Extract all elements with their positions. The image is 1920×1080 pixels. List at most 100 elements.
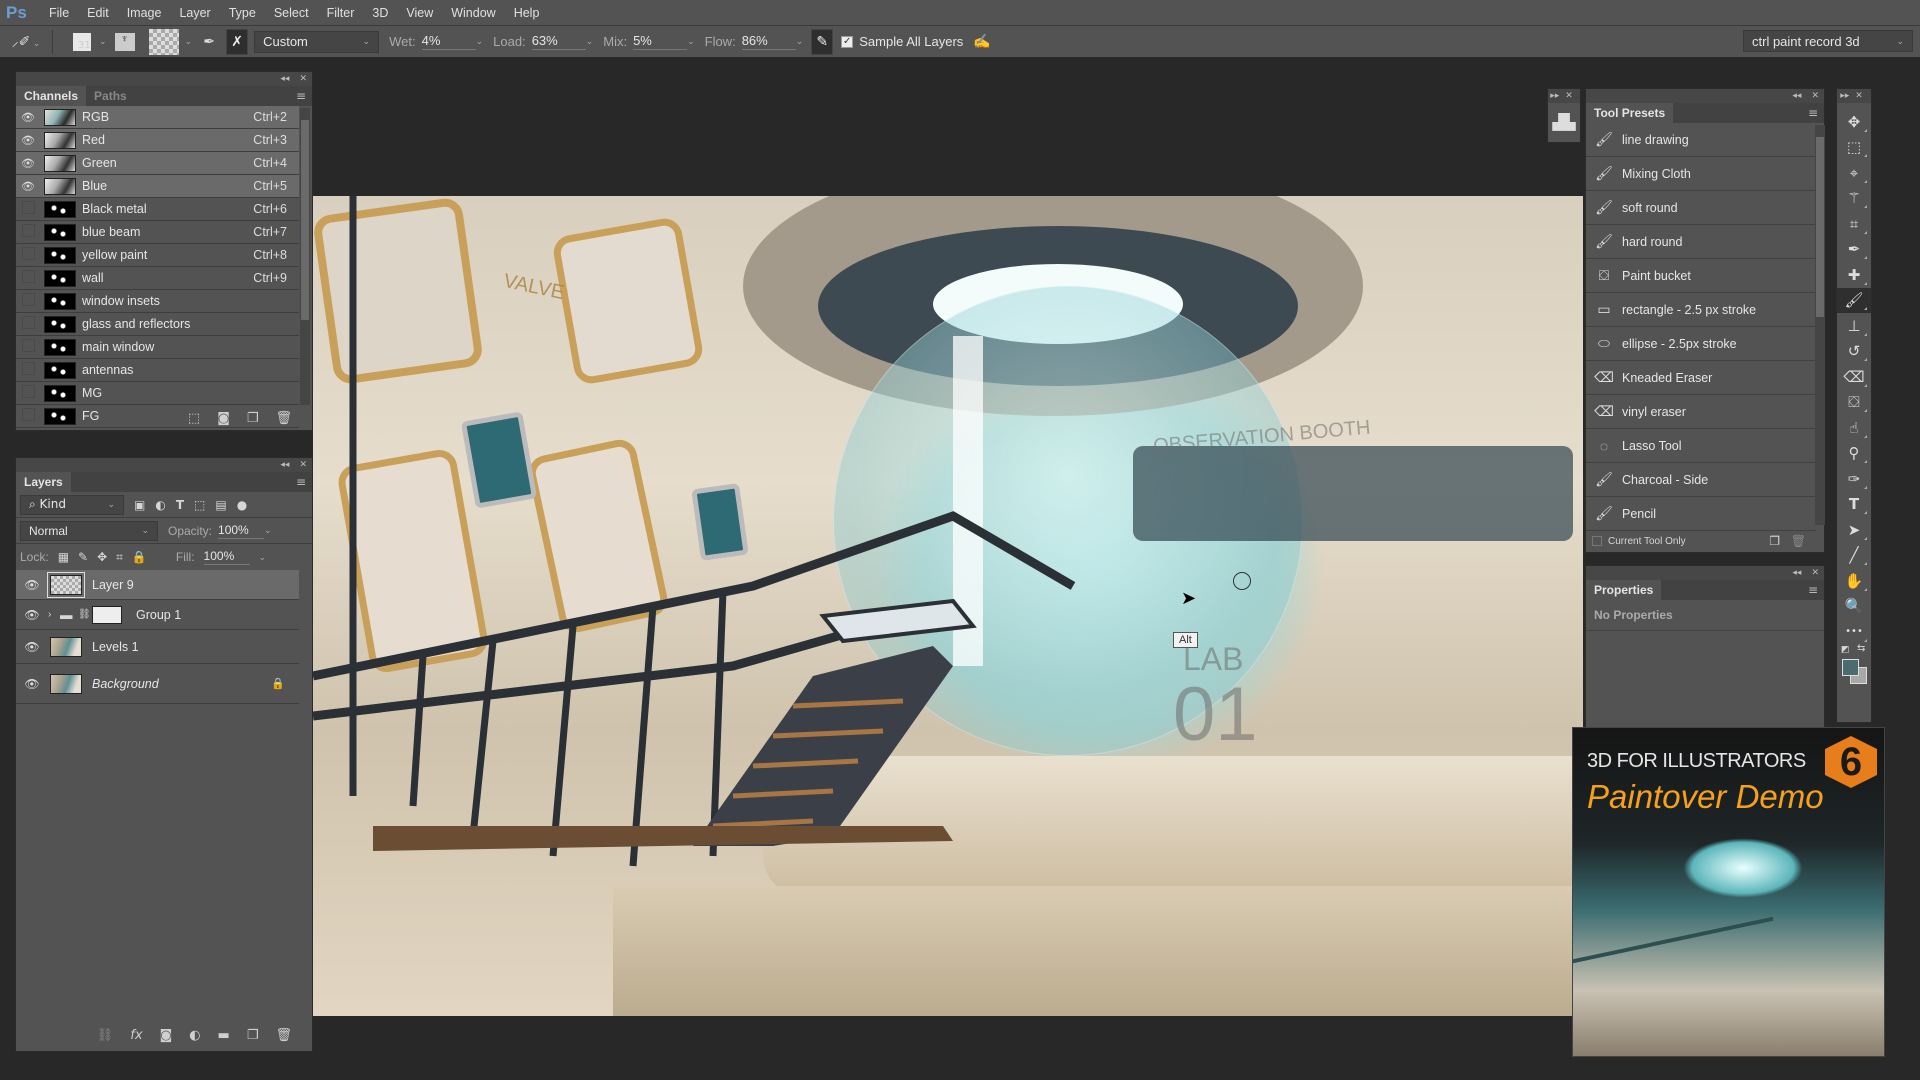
expand-chevron-icon[interactable]: › bbox=[48, 609, 60, 620]
swap-colors-icon[interactable]: ⇆ bbox=[1857, 643, 1865, 654]
healing-brush-tool-icon[interactable]: ✚ bbox=[1837, 262, 1871, 288]
tool-preset-item[interactable]: 🖌 Mixing Cloth bbox=[1586, 157, 1816, 191]
lock-artboard-icon[interactable]: ⌗ bbox=[116, 550, 123, 565]
channel-row[interactable]: 👁 Red Ctrl+3 bbox=[16, 129, 299, 152]
collapse-icon[interactable]: ◂◂ bbox=[1792, 91, 1801, 101]
foreground-color-swatch[interactable] bbox=[1842, 658, 1859, 676]
tool-preset-item[interactable]: ⌫ vinyl eraser bbox=[1586, 395, 1816, 429]
opacity-input[interactable]: 100% bbox=[218, 523, 265, 539]
collapse-icon[interactable]: ◂◂ bbox=[1792, 568, 1801, 578]
channel-row[interactable]: Black metal Ctrl+6 bbox=[16, 198, 299, 221]
scroll-thumb[interactable] bbox=[301, 120, 309, 320]
visibility-toggle[interactable] bbox=[16, 316, 40, 332]
current-brush-load-swatch[interactable] bbox=[148, 28, 179, 55]
document-canvas[interactable]: VALVE OBSERVATION BOOTH LAB 01 ➤ Alt bbox=[313, 196, 1583, 1016]
menu-view[interactable]: View bbox=[397, 6, 442, 20]
brush-panel-toggle-icon[interactable]: ♆ bbox=[114, 32, 135, 51]
flow-input[interactable]: 86% bbox=[741, 33, 796, 50]
menu-edit[interactable]: Edit bbox=[78, 6, 118, 20]
filter-toggle[interactable]: ● bbox=[237, 498, 247, 512]
delete-layer-icon[interactable]: 🗑 bbox=[275, 1028, 292, 1043]
tool-preset-item[interactable]: 🖌 Charcoal - Side bbox=[1586, 463, 1816, 497]
pen-tool-icon[interactable]: ✑ bbox=[1837, 466, 1871, 492]
channel-row[interactable]: 👁 RGB Ctrl+2 bbox=[16, 106, 299, 129]
panel-menu-icon[interactable]: ≡ bbox=[1808, 106, 1818, 120]
tool-preset-item[interactable]: ⌫ Kneaded Eraser bbox=[1586, 361, 1816, 395]
tool-preset-item[interactable]: ◌ Lasso Tool bbox=[1586, 429, 1816, 463]
add-mask-icon[interactable]: ◙ bbox=[160, 1028, 173, 1043]
blend-mode-select[interactable]: Normal ⌄ bbox=[20, 520, 158, 541]
channel-row[interactable]: main window bbox=[16, 336, 299, 359]
tool-preset-item[interactable]: ⛋ Paint bucket bbox=[1586, 259, 1816, 293]
expand-icon[interactable]: ▸▸ bbox=[1550, 91, 1559, 101]
mixer-brush-tool-icon[interactable]: 🖌 bbox=[1837, 287, 1871, 313]
tab-layers[interactable]: Layers bbox=[16, 472, 71, 492]
scroll-thumb[interactable] bbox=[1816, 137, 1824, 317]
new-layer-icon[interactable]: ❐ bbox=[247, 1028, 259, 1043]
eye-icon[interactable]: 👁 bbox=[16, 157, 40, 170]
clone-stamp-tool-icon[interactable]: ⊥ bbox=[1837, 313, 1871, 339]
visibility-toggle[interactable] bbox=[16, 293, 40, 309]
menu-type[interactable]: Type bbox=[220, 6, 265, 20]
panel-menu-icon[interactable]: ≡ bbox=[296, 475, 306, 489]
menu-window[interactable]: Window bbox=[442, 6, 504, 20]
layer-name[interactable]: Group 1 bbox=[136, 608, 181, 622]
layer-style-icon[interactable]: fx bbox=[130, 1028, 142, 1043]
lock-position-icon[interactable]: ✥ bbox=[97, 550, 107, 564]
layer-name[interactable]: Layer 9 bbox=[92, 578, 134, 592]
new-channel-icon[interactable]: ❐ bbox=[247, 411, 259, 426]
layer-mask-thumbnail[interactable] bbox=[92, 605, 122, 624]
sample-all-layers-checkbox[interactable]: ✓ bbox=[841, 35, 854, 48]
panel-menu-icon[interactable]: ≡ bbox=[296, 89, 306, 103]
close-icon[interactable]: ✕ bbox=[299, 460, 307, 470]
lock-image-icon[interactable]: ✎ bbox=[78, 550, 88, 564]
collapse-icon[interactable]: ◂◂ bbox=[280, 74, 289, 84]
wet-input[interactable]: 4% bbox=[421, 33, 476, 50]
visibility-toggle[interactable] bbox=[16, 339, 40, 355]
layer-filter-select[interactable]: ⌕ Kind ⌄ bbox=[20, 494, 124, 515]
load-selection-icon[interactable]: ⬚ bbox=[188, 411, 200, 426]
channel-row[interactable]: antennas bbox=[16, 359, 299, 382]
close-icon[interactable]: ✕ bbox=[299, 74, 307, 84]
layer-row[interactable]: 👁 Background 🔒 bbox=[16, 664, 299, 704]
chevron-down-icon[interactable]: ⌄ bbox=[185, 36, 193, 47]
filter-shape-icon[interactable]: ⬚ bbox=[194, 498, 205, 512]
delete-channel-icon[interactable]: 🗑 bbox=[275, 411, 292, 426]
wet-dropdown[interactable]: ⌄ bbox=[476, 36, 484, 47]
dodge-tool-icon[interactable]: ⚲ bbox=[1837, 441, 1871, 467]
eye-icon[interactable]: 👁 bbox=[16, 640, 48, 654]
eyedropper-tool-icon[interactable]: ✒ bbox=[1837, 237, 1871, 263]
type-tool-icon[interactable]: T bbox=[1837, 492, 1871, 518]
visibility-toggle[interactable] bbox=[16, 362, 40, 378]
eye-icon[interactable]: 👁 bbox=[16, 578, 48, 592]
layer-name[interactable]: Background bbox=[92, 677, 159, 691]
visibility-toggle[interactable] bbox=[16, 201, 40, 217]
menu-file[interactable]: File bbox=[40, 6, 78, 20]
channel-row[interactable]: blue beam Ctrl+7 bbox=[16, 221, 299, 244]
close-icon[interactable]: ✕ bbox=[1811, 91, 1819, 101]
layer-row[interactable]: 👁 Levels 1 bbox=[16, 630, 299, 664]
link-layers-icon[interactable]: ⛓ bbox=[97, 1028, 114, 1043]
mixer-brush-tool-icon[interactable]: ⸝✐ ⌄ bbox=[6, 32, 46, 51]
move-tool-icon[interactable]: ✥ bbox=[1837, 109, 1871, 135]
fill-dropdown[interactable]: ⌄ bbox=[259, 552, 267, 563]
current-tool-only-checkbox[interactable] bbox=[1592, 536, 1602, 546]
visibility-toggle[interactable] bbox=[16, 385, 40, 401]
lock-all-icon[interactable]: 🔒 bbox=[132, 550, 147, 564]
load-dropdown[interactable]: ⌄ bbox=[586, 36, 594, 47]
tab-tool-presets[interactable]: Tool Presets bbox=[1586, 103, 1674, 123]
channels-scrollbar[interactable] bbox=[300, 108, 310, 405]
adjustment-layer-icon[interactable]: ◐ bbox=[189, 1028, 200, 1043]
new-group-icon[interactable]: ▬ bbox=[218, 1028, 230, 1043]
visibility-toggle[interactable] bbox=[16, 270, 40, 286]
eye-icon[interactable]: 👁 bbox=[16, 608, 48, 622]
filter-adjustment-icon[interactable]: ◐ bbox=[155, 498, 165, 512]
mixer-preset-select[interactable]: Custom ⌄ bbox=[254, 30, 380, 53]
visibility-toggle[interactable] bbox=[16, 224, 40, 240]
path-selection-tool-icon[interactable]: ➤ bbox=[1837, 517, 1871, 543]
visibility-toggle[interactable] bbox=[16, 247, 40, 263]
mix-input[interactable]: 5% bbox=[633, 33, 688, 50]
layer-row[interactable]: 👁 › ▬ ⛓ Group 1 bbox=[16, 600, 299, 630]
eraser-tool-icon[interactable]: ⌫ bbox=[1837, 364, 1871, 390]
pressure-icon[interactable]: ✍ bbox=[973, 33, 990, 50]
